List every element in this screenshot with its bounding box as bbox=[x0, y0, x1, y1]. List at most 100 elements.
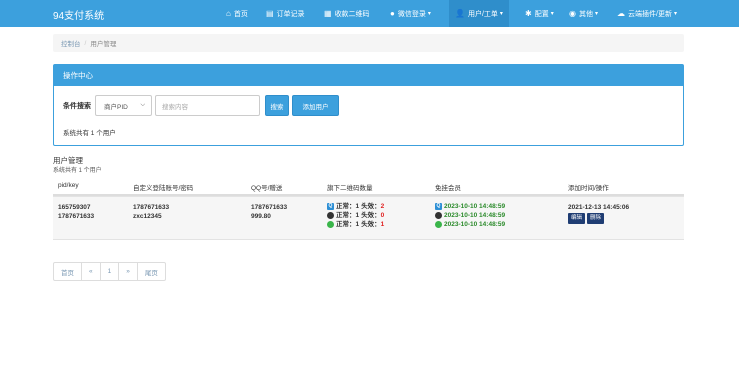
chevron-down-icon: ▾ bbox=[550, 11, 554, 17]
users-table: pid/key 自定义登陆账号/密码 QQ号/赠送 旗下二维码数量 免挂会员 添… bbox=[53, 176, 684, 240]
pagination: 首页 « 1 » 尾页 bbox=[53, 262, 166, 281]
list-icon: ▤ bbox=[266, 9, 274, 18]
nav-other-label: 其他 bbox=[578, 10, 593, 18]
chevron-down-icon: ⌵ bbox=[140, 102, 145, 108]
col-pid-key: pid/key bbox=[58, 182, 79, 189]
qr-normal-label: 正常： bbox=[336, 221, 356, 228]
qr-fail-label: 头效： bbox=[361, 203, 381, 210]
chevron-down-icon: ▾ bbox=[594, 11, 598, 17]
nav-config[interactable]: ✱ 配置 ▾ bbox=[525, 0, 554, 27]
table-row: 165759307 1787671633 1787671633 zxc12345… bbox=[53, 196, 684, 239]
qr-fail-label: 头效： bbox=[361, 212, 381, 219]
qr-count-cell: Q 正常： 1 头效： 2 正常： 1 头效： 0 正常： 1 头效： 1 bbox=[327, 202, 384, 229]
breadcrumb-current: 用户管理 bbox=[90, 41, 117, 48]
col-vip: 免挂会员 bbox=[435, 185, 461, 192]
nav-home-label: 首页 bbox=[233, 10, 248, 18]
qr-normal-count: 1 bbox=[355, 212, 360, 219]
nav-users-label: 用户/工单 bbox=[467, 10, 498, 18]
vip-date: 2023-10-10 14:48:59 bbox=[444, 203, 506, 210]
nav-wechat[interactable]: ● 微信登录 ▾ bbox=[390, 0, 431, 27]
vip-date: 2023-10-10 14:48:59 bbox=[444, 212, 506, 219]
qq-icon: Q bbox=[435, 203, 442, 210]
chevron-down-icon: ▾ bbox=[673, 11, 677, 17]
page-last[interactable]: 尾页 bbox=[136, 262, 166, 281]
search-input[interactable]: 搜索内容 bbox=[155, 95, 260, 116]
qr-fail-count: 0 bbox=[380, 212, 385, 219]
cloud-icon: ☁ bbox=[617, 9, 625, 18]
operation-panel: 操作中心 条件搜索 商户PID ⌵ 搜索内容 搜索 添加用户 系统共有 1 个用… bbox=[53, 64, 684, 146]
qrcode-icon: ▦ bbox=[324, 9, 332, 18]
col-qr-count: 旗下二维码数量 bbox=[327, 185, 373, 192]
nav-other[interactable]: ◉ 其他 ▾ bbox=[569, 0, 598, 27]
add-user-button[interactable]: 添加用户 bbox=[292, 95, 339, 116]
dingtalk-icon bbox=[435, 212, 442, 219]
user-count-text: 系统共有 1 个用户 bbox=[63, 130, 116, 137]
nav-home[interactable]: ⌂ 首页 bbox=[226, 0, 248, 27]
wechat-icon bbox=[435, 221, 442, 228]
password-value: zxc12345 bbox=[133, 213, 162, 220]
time-actions-cell: 2021-12-13 14:45:06 编辑 删除 bbox=[568, 203, 629, 224]
col-qq: QQ号/赠送 bbox=[251, 185, 283, 192]
home-icon: ⌂ bbox=[226, 9, 231, 18]
panel-title: 操作中心 bbox=[54, 65, 683, 86]
nav-cloud[interactable]: ☁ 云端插件/更新 ▾ bbox=[617, 0, 677, 27]
pid-key-cell: 165759307 1787671633 bbox=[58, 203, 94, 221]
nav-qrcode[interactable]: ▦ 收款二维码 bbox=[324, 0, 370, 27]
nav-users[interactable]: 👤 用户/工单 ▾ bbox=[449, 0, 509, 27]
qr-line-dingtalk: 正常： 1 头效： 0 bbox=[327, 211, 384, 220]
page-prev[interactable]: « bbox=[81, 262, 101, 281]
search-row: 条件搜索 商户PID ⌵ 搜索内容 搜索 添加用户 bbox=[63, 95, 339, 116]
dingtalk-icon bbox=[327, 212, 334, 219]
vip-line-wechat: 2023-10-10 14:48:59 bbox=[435, 220, 505, 229]
pid-value: 165759307 bbox=[58, 204, 91, 211]
gear-icon: ✱ bbox=[525, 9, 532, 18]
account-cell: 1787671633 zxc12345 bbox=[133, 203, 169, 221]
qr-fail-count: 2 bbox=[380, 203, 385, 210]
qr-normal-count: 1 bbox=[355, 203, 360, 210]
vip-line-qq: Q 2023-10-10 14:48:59 bbox=[435, 202, 505, 211]
qr-normal-label: 正常： bbox=[336, 203, 356, 210]
globe-icon: ◉ bbox=[569, 9, 576, 18]
breadcrumb: 控制台 / 用户管理 bbox=[53, 34, 684, 52]
qr-line-qq: Q 正常： 1 头效： 2 bbox=[327, 202, 384, 211]
search-button[interactable]: 搜索 bbox=[265, 95, 289, 116]
qr-fail-label: 头效： bbox=[361, 221, 381, 228]
page-first[interactable]: 首页 bbox=[53, 262, 82, 281]
page-next[interactable]: » bbox=[118, 262, 138, 281]
vip-date: 2023-10-10 14:48:59 bbox=[444, 221, 506, 228]
wechat-icon bbox=[327, 221, 334, 228]
qr-normal-label: 正常： bbox=[336, 212, 356, 219]
section-subtitle: 系统共有 1 个用户 bbox=[53, 168, 102, 174]
breadcrumb-separator: / bbox=[84, 39, 87, 47]
brand-title[interactable]: 94支付系统 bbox=[53, 7, 104, 22]
top-navbar: 94支付系统 ⌂ 首页 ▤ 订单记录 ▦ 收款二维码 ● 微信登录 ▾ 👤 用户/工单 ▾ ✱… bbox=[0, 0, 739, 27]
nav-cloud-label: 云端插件/更新 bbox=[628, 10, 672, 18]
qq-icon: Q bbox=[327, 203, 334, 210]
qq-value: 1787671633 bbox=[251, 204, 288, 211]
nav-orders[interactable]: ▤ 订单记录 bbox=[266, 0, 305, 27]
chevron-down-icon: ▾ bbox=[427, 11, 431, 17]
edit-button[interactable]: 编辑 bbox=[568, 213, 586, 224]
account-value: 1787671633 bbox=[133, 204, 170, 211]
col-account: 自定义登陆账号/密码 bbox=[133, 185, 194, 192]
page-current[interactable]: 1 bbox=[99, 262, 120, 281]
nav-orders-label: 订单记录 bbox=[276, 10, 305, 18]
col-time-actions: 添加时间/操作 bbox=[568, 185, 609, 192]
nav-config-label: 配置 bbox=[534, 10, 549, 18]
chevron-down-icon: ▾ bbox=[499, 11, 503, 17]
nav-wechat-label: 微信登录 bbox=[397, 10, 426, 18]
delete-button[interactable]: 删除 bbox=[587, 213, 605, 224]
key-value: 1787671633 bbox=[58, 213, 95, 220]
qr-fail-count: 1 bbox=[380, 221, 385, 228]
qr-normal-count: 1 bbox=[355, 221, 360, 228]
search-type-select[interactable]: 商户PID ⌵ bbox=[95, 95, 152, 116]
user-icon: 👤 bbox=[455, 9, 465, 18]
qq-cell: 1787671633 999.80 bbox=[251, 203, 287, 221]
added-time: 2021-12-13 14:45:06 bbox=[568, 204, 630, 211]
wechat-icon: ● bbox=[390, 9, 395, 18]
breadcrumb-home[interactable]: 控制台 bbox=[61, 38, 81, 48]
search-label: 条件搜索 bbox=[63, 102, 91, 110]
search-type-value: 商户PID bbox=[104, 103, 128, 111]
nav-qrcode-label: 收款二维码 bbox=[334, 10, 370, 18]
qr-line-wechat: 正常： 1 头效： 1 bbox=[327, 220, 384, 229]
